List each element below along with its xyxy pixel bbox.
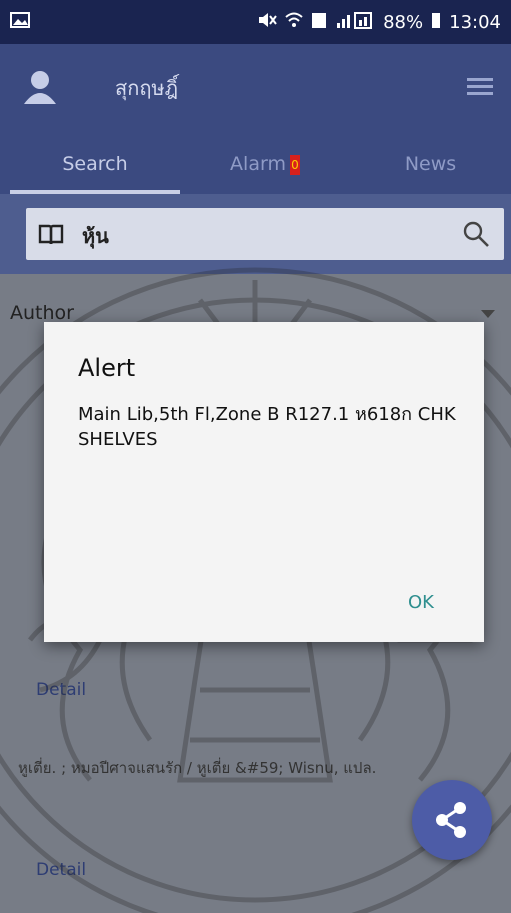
dialog-title: Alert: [78, 354, 136, 382]
username: สุกฤษฎิ์: [115, 76, 179, 100]
share-icon: [436, 802, 466, 838]
share-button[interactable]: [412, 780, 492, 860]
search-input[interactable]: หุ้น: [82, 220, 109, 252]
battery-icon: [431, 11, 441, 34]
tab-news[interactable]: News: [350, 144, 511, 194]
search-field[interactable]: หุ้น: [26, 208, 504, 260]
detail-link[interactable]: Detail: [36, 860, 86, 880]
wifi-icon: [285, 11, 303, 34]
tab-search-label: Search: [62, 153, 128, 175]
author-filter-label: Author: [10, 302, 74, 324]
detail-link[interactable]: Detail: [36, 680, 86, 700]
gallery-icon: [10, 11, 30, 34]
dialog-message: Main Lib,5th Fl,Zone B R127.1 ห618ก CHK …: [78, 404, 456, 450]
alert-dialog: Alert Main Lib,5th Fl,Zone B R127.1 ห618…: [44, 322, 484, 642]
alarm-badge: 0: [289, 154, 300, 175]
search-bar: หุ้น: [0, 194, 511, 274]
tab-alarm-label: Alarm: [230, 153, 286, 175]
tab-news-label: News: [404, 153, 457, 175]
dropdown-arrow-icon[interactable]: [481, 310, 495, 318]
record-text: หูเตี่ย. ; หมอปีศาจแสนรัก / หูเตี่ย &#59…: [18, 759, 377, 777]
clock: 13:04: [449, 11, 501, 33]
sim-icon: [311, 11, 327, 34]
hamburger-menu-icon[interactable]: [467, 74, 493, 100]
status-bar: 88% 13:04: [0, 0, 511, 44]
signal-icon: [335, 11, 375, 34]
battery-percent: 88%: [383, 11, 424, 33]
avatar-icon[interactable]: [20, 68, 60, 108]
tab-alarm[interactable]: Alarm 0: [180, 144, 350, 194]
ok-button[interactable]: OK: [408, 592, 434, 613]
mute-icon: [257, 11, 277, 34]
tab-search[interactable]: Search: [10, 144, 180, 194]
book-icon: [38, 222, 64, 246]
tab-bar: Search Alarm 0 News: [0, 144, 511, 194]
app-header: สุกฤษฎิ์: [0, 44, 511, 144]
search-icon[interactable]: [462, 220, 490, 248]
